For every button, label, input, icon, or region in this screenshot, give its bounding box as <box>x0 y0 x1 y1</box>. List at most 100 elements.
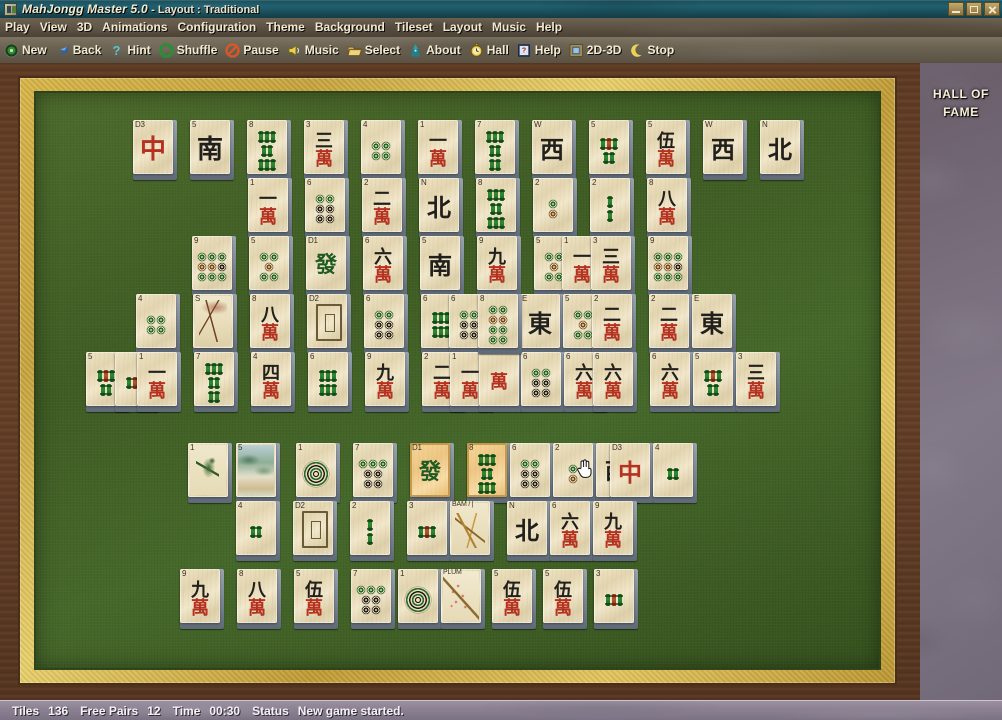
mahjong-tile[interactable]: D2 <box>307 294 351 354</box>
mahjong-tile[interactable]: 4四萬 <box>251 352 295 412</box>
mahjong-tile[interactable]: 9九萬 <box>180 569 224 629</box>
mahjong-tile[interactable]: 9九萬 <box>477 236 521 296</box>
mahjong-tile[interactable]: N北 <box>760 120 804 180</box>
mahjong-tile[interactable]: 1一萬 <box>137 352 181 412</box>
mahjong-tile[interactable]: 2二萬 <box>649 294 693 354</box>
mahjong-tile[interactable]: 5 <box>249 236 293 296</box>
mahjong-tile[interactable]: BAM / | <box>450 501 494 561</box>
mahjong-tile[interactable]: 萬 <box>479 352 523 412</box>
mahjong-tile[interactable]: 6 <box>305 178 349 238</box>
toolbar-button-shuffle[interactable]: Shuffle <box>155 39 222 61</box>
menu-item-music[interactable]: Music <box>487 18 531 37</box>
menu-item-view[interactable]: View <box>35 18 72 37</box>
mahjong-tile[interactable]: D3 中 <box>133 120 177 180</box>
mahjong-tile[interactable]: 1 <box>296 443 340 503</box>
mahjong-tile[interactable]: 6六萬 <box>363 236 407 296</box>
menu-item-background[interactable]: Background <box>310 18 390 37</box>
mahjong-tile[interactable]: N北 <box>507 501 551 561</box>
mahjong-tile[interactable]: 8 <box>247 120 291 180</box>
mahjong-tile[interactable]: 8八萬 <box>237 569 281 629</box>
mahjong-tile[interactable]: 2二萬 <box>362 178 406 238</box>
mahjong-tile[interactable]: 7 <box>194 352 238 412</box>
toolbar-button-about[interactable]: About <box>404 39 465 61</box>
menu-item-play[interactable]: Play <box>0 18 35 37</box>
mahjong-tile[interactable]: 2二萬 <box>592 294 636 354</box>
mahjong-tile[interactable]: 7 <box>351 569 395 629</box>
menu-item-layout[interactable]: Layout <box>438 18 487 37</box>
mahjong-tile[interactable]: 5南 <box>420 236 464 296</box>
mahjong-tile[interactable]: 5伍萬 <box>294 569 338 629</box>
mahjong-tile[interactable]: 3 <box>594 569 638 629</box>
mahjong-tile[interactable]: 6六萬 <box>550 501 594 561</box>
mahjong-tile[interactable]: 1一萬 <box>418 120 462 180</box>
mahjong-tile[interactable]: 8八萬 <box>647 178 691 238</box>
menu-item-animations[interactable]: Animations <box>97 18 172 37</box>
mahjong-tile[interactable]: 5伍萬 <box>543 569 587 629</box>
mahjong-tile[interactable]: W西 <box>703 120 747 180</box>
mahjong-tile[interactable]: 8 <box>478 294 522 354</box>
mahjong-tile[interactable]: S <box>193 294 237 354</box>
mahjong-tile[interactable]: 2 <box>533 178 577 238</box>
mahjong-tile[interactable]: 2 <box>350 501 394 561</box>
menu-item-theme[interactable]: Theme <box>261 18 310 37</box>
toolbar-button-hint[interactable]: ? Hint <box>105 39 154 61</box>
mahjong-tile[interactable]: 1 <box>398 569 442 629</box>
toolbar-button-stop[interactable]: Stop <box>625 39 678 61</box>
mahjong-tile[interactable]: 2 <box>590 178 634 238</box>
mahjong-tile[interactable]: 6六萬 <box>593 352 637 412</box>
minimize-icon[interactable] <box>948 2 964 16</box>
close-icon[interactable] <box>984 2 1000 16</box>
mahjong-tile[interactable]: 3三萬 <box>591 236 635 296</box>
mahjong-tile[interactable]: 9九萬 <box>593 501 637 561</box>
mahjong-tile[interactable]: 6 <box>510 443 554 503</box>
mahjong-tile[interactable]: 6六萬 <box>650 352 694 412</box>
mahjong-tile[interactable]: 8 <box>467 443 511 503</box>
mahjong-tile[interactable]: 4 <box>136 294 180 354</box>
mahjong-tile[interactable]: 4 <box>236 501 280 561</box>
mahjong-tile[interactable]: D1 發 <box>306 236 350 296</box>
mahjong-tile[interactable]: 9九萬 <box>365 352 409 412</box>
mahjong-tile[interactable]: 5南 <box>190 120 234 180</box>
mahjong-tile[interactable]: 6 <box>521 352 565 412</box>
mahjong-tile[interactable]: W西 <box>532 120 576 180</box>
mahjong-tile[interactable]: N北 <box>419 178 463 238</box>
menu-item-3d[interactable]: 3D <box>72 18 97 37</box>
toolbar-button-pause[interactable]: Pause <box>221 39 282 61</box>
mahjong-tile[interactable]: 6 <box>308 352 352 412</box>
toolbar-button-help[interactable]: ? Help <box>513 39 565 61</box>
mahjong-tile[interactable]: 5伍萬 <box>646 120 690 180</box>
mahjong-tile[interactable]: 4 <box>653 443 697 503</box>
toolbar-button-select[interactable]: Select <box>343 39 404 61</box>
hall-of-fame-panel[interactable]: HALL OF FAME <box>920 63 1002 700</box>
mahjong-tile[interactable]: 5 <box>236 443 280 503</box>
menu-item-tileset[interactable]: Tileset <box>390 18 438 37</box>
felt-playfield[interactable]: D3 中 5 南 8 3 三萬 4 1 一萬 7 W 西 5 5 伍萬 W 西 N 北 1 一萬 6 2 二萬 N 北 8 2 2 8 八萬 9… <box>34 91 881 670</box>
toolbar-button-back[interactable]: Back <box>51 39 106 61</box>
mahjong-tile[interactable]: 4 <box>361 120 405 180</box>
mahjong-tile[interactable]: 2 <box>553 443 597 503</box>
mahjong-tile[interactable]: 3三萬 <box>304 120 348 180</box>
mahjong-tile[interactable]: E東 <box>520 294 564 354</box>
mahjong-tile[interactable]: PLUM <box>441 569 485 629</box>
maximize-icon[interactable] <box>966 2 982 16</box>
mahjong-tile[interactable]: 6 <box>364 294 408 354</box>
mahjong-tile[interactable]: D1 發 <box>410 443 454 503</box>
menu-item-help[interactable]: Help <box>531 18 567 37</box>
mahjong-tile[interactable]: 3三萬 <box>736 352 780 412</box>
mahjong-tile[interactable]: 5伍萬 <box>492 569 536 629</box>
mahjong-tile[interactable]: 5 <box>693 352 737 412</box>
mahjong-tile[interactable]: 9 <box>192 236 236 296</box>
toolbar-button-2d-3d[interactable]: 2D-3D <box>565 39 626 61</box>
toolbar-button-new[interactable]: New <box>0 39 51 61</box>
mahjong-tile[interactable]: 7 <box>353 443 397 503</box>
mahjong-tile[interactable]: D2 <box>293 501 337 561</box>
mahjong-tile[interactable]: 8 <box>476 178 520 238</box>
mahjong-tile[interactable]: 1 <box>188 443 232 503</box>
mahjong-tile[interactable]: 1一萬 <box>248 178 292 238</box>
mahjong-tile[interactable]: 3 <box>407 501 451 561</box>
toolbar-button-hall[interactable]: Hall <box>465 39 513 61</box>
menu-item-configuration[interactable]: Configuration <box>173 18 262 37</box>
mahjong-tile[interactable]: 5 <box>589 120 633 180</box>
mahjong-tile[interactable]: E東 <box>692 294 736 354</box>
mahjong-tile[interactable]: 7 <box>475 120 519 180</box>
